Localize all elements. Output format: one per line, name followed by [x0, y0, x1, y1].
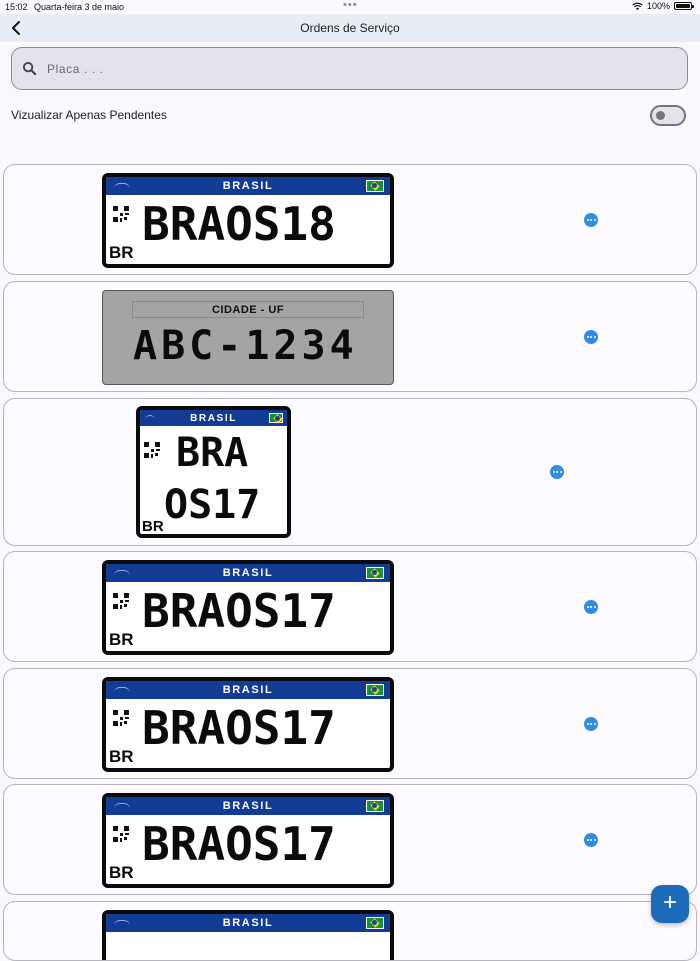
- license-plate: BRASIL BRAOS18 BR: [102, 173, 394, 268]
- license-plate: CIDADE - UF ABC-1234: [102, 290, 394, 385]
- order-card[interactable]: BRASIL: [3, 901, 697, 961]
- qr-code-icon: [113, 593, 129, 609]
- order-card[interactable]: CIDADE - UF ABC-1234: [3, 281, 697, 392]
- license-plate: BRASIL BRAOS17 BR: [102, 793, 394, 888]
- status-date: Quarta-feira 3 de maio: [34, 2, 125, 12]
- qr-code-icon: [113, 206, 129, 222]
- search-icon: [22, 61, 37, 76]
- plate-country-band: BRASIL: [140, 410, 287, 426]
- license-plate: BRASIL BRA OS17 BR: [136, 406, 291, 538]
- plate-number: BRAOS17: [142, 584, 336, 638]
- status-bar: 15:02 Quarta-feira 3 de maio ••• 100%: [0, 0, 700, 14]
- more-options-button[interactable]: [584, 330, 598, 344]
- mercosul-logo-icon: [114, 920, 130, 926]
- order-card[interactable]: BRASIL BRA OS17 BR: [3, 398, 697, 546]
- status-indicators: 100%: [632, 1, 694, 11]
- order-card[interactable]: BRASIL BRAOS17 BR: [3, 784, 697, 895]
- mercosul-logo-icon: [114, 803, 130, 809]
- plate-country-code: BR: [109, 630, 134, 649]
- qr-code-icon: [144, 442, 160, 458]
- plate-country-code: BR: [109, 863, 134, 882]
- status-time: 15:02: [5, 2, 28, 12]
- plate-country-band: BRASIL: [106, 564, 390, 582]
- license-plate: BRASIL BRAOS17 BR: [102, 560, 394, 655]
- plate-city: CIDADE - UF: [132, 301, 364, 318]
- plate-country-band: BRASIL: [106, 177, 390, 195]
- qr-code-icon: [113, 710, 129, 726]
- mercosul-logo-icon: [114, 687, 130, 693]
- order-card[interactable]: BRASIL BRAOS17 BR: [3, 668, 697, 779]
- battery-percent: 100%: [646, 1, 670, 11]
- wifi-icon: [632, 2, 643, 10]
- order-card[interactable]: BRASIL BRAOS17 BR: [3, 551, 697, 662]
- plate-number: ABC-1234: [133, 323, 358, 369]
- plate-country-band: BRASIL: [106, 797, 390, 815]
- search-bar[interactable]: [11, 47, 688, 90]
- plate-country-band: BRASIL: [106, 681, 390, 699]
- plate-country-code: BR: [142, 518, 164, 535]
- plate-number: BRAOS17: [142, 817, 336, 871]
- mercosul-logo-icon: [114, 570, 130, 576]
- more-options-button[interactable]: [584, 600, 598, 614]
- qr-code-icon: [113, 826, 129, 842]
- more-options-button[interactable]: [550, 465, 564, 479]
- license-plate: BRASIL BRAOS17 BR: [102, 677, 394, 772]
- plate-country-code: BR: [109, 747, 134, 766]
- pending-filter-label: Vizualizar Apenas Pendentes: [11, 108, 167, 122]
- plate-number-line2: OS17: [164, 482, 261, 528]
- more-options-button[interactable]: [584, 833, 598, 847]
- plate-number: BRAOS17: [142, 701, 336, 755]
- plate-country-code: BR: [109, 243, 134, 262]
- plate-number-line1: BRA: [176, 430, 249, 476]
- more-options-button[interactable]: [584, 717, 598, 731]
- mercosul-logo-icon: [145, 415, 155, 421]
- brazil-flag-icon: [366, 800, 384, 812]
- order-card[interactable]: BRASIL BRAOS18 BR: [3, 164, 697, 275]
- plate-country-band: BRASIL: [106, 914, 390, 932]
- more-options-button[interactable]: [584, 213, 598, 227]
- brazil-flag-icon: [269, 413, 283, 423]
- brazil-flag-icon: [366, 917, 384, 929]
- battery-icon: [674, 2, 694, 10]
- search-input[interactable]: [45, 60, 687, 77]
- pending-filter-toggle[interactable]: [650, 105, 686, 126]
- multitask-dots[interactable]: •••: [343, 0, 358, 11]
- license-plate: BRASIL: [102, 910, 394, 960]
- add-order-button[interactable]: +: [651, 885, 689, 923]
- mercosul-logo-icon: [114, 183, 130, 189]
- toggle-knob: [656, 111, 665, 120]
- app-bar: Ordens de Serviço: [0, 14, 700, 42]
- brazil-flag-icon: [366, 567, 384, 579]
- brazil-flag-icon: [366, 180, 384, 192]
- page-title: Ordens de Serviço: [300, 21, 400, 35]
- brazil-flag-icon: [366, 684, 384, 696]
- plate-number: BRAOS18: [142, 197, 336, 251]
